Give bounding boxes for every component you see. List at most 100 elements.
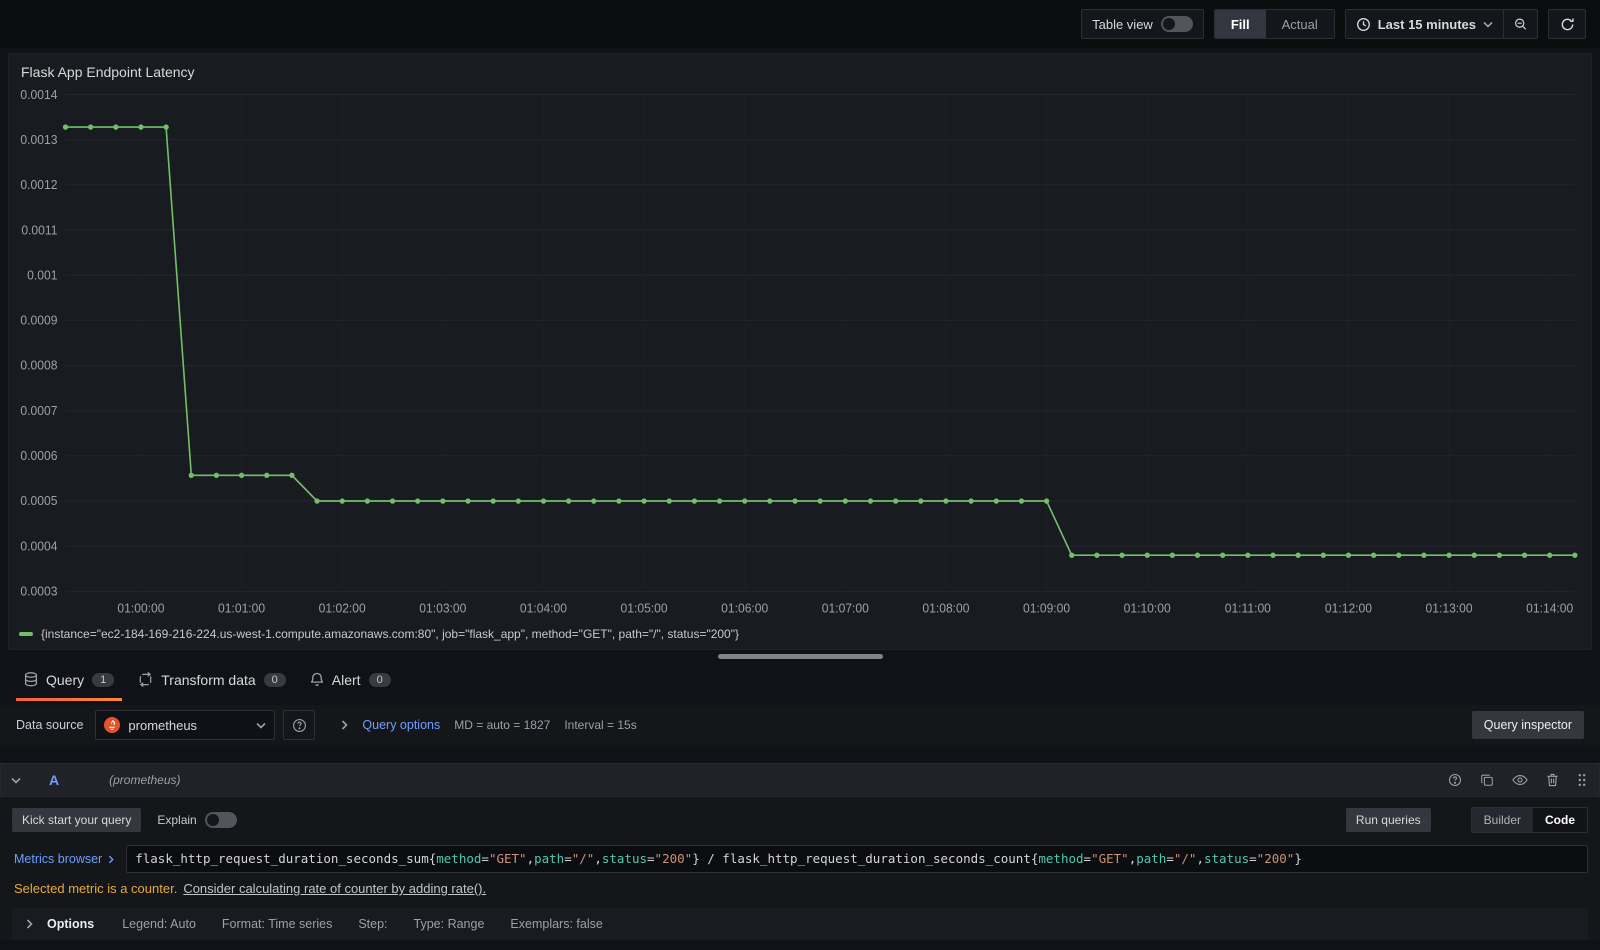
time-range-picker[interactable]: Last 15 minutes	[1345, 10, 1503, 38]
svg-text:0.0004: 0.0004	[20, 539, 57, 553]
tab-transform-data[interactable]: Transform data 0	[130, 669, 294, 701]
query-editor-section: A (prometheus) Kick start your query Exp…	[0, 763, 1600, 940]
tab-alert-label: Alert	[331, 671, 361, 688]
prometheus-icon	[104, 717, 121, 733]
chevron-right-icon	[341, 720, 349, 730]
chevron-right-icon	[26, 919, 33, 929]
drag-handle-icon[interactable]	[1577, 773, 1587, 787]
zoom-out-icon	[1515, 18, 1527, 30]
option-legend: Legend: Auto	[122, 917, 196, 931]
database-icon	[24, 672, 38, 687]
svg-text:01:06:00: 01:06:00	[721, 601, 768, 615]
tab-alert[interactable]: Alert 0	[302, 669, 399, 701]
svg-text:0.0008: 0.0008	[20, 359, 57, 373]
chart-area[interactable]: 0.0014 0.0013 0.0012 0.0011 0.001 0.0009 0.000…	[9, 82, 1591, 627]
query-inspector-button[interactable]: Query inspector	[1471, 711, 1584, 739]
svg-text:01:07:00: 01:07:00	[822, 601, 869, 615]
toggle-knob	[1162, 18, 1175, 30]
datasource-value: prometheus	[128, 717, 198, 733]
help-icon[interactable]	[1448, 773, 1462, 787]
options-label: Options	[47, 917, 95, 931]
tab-transform-label: Transform data	[161, 671, 256, 688]
svg-text:01:09:00: 01:09:00	[1023, 601, 1070, 615]
refresh-button[interactable]	[1548, 9, 1586, 39]
svg-text:0.0007: 0.0007	[20, 404, 57, 418]
explain-toggle[interactable]	[204, 812, 237, 828]
interval-info: Interval = 15s	[564, 718, 637, 732]
query-options-toggle[interactable]: Query options MD = auto = 1827 Interval …	[341, 718, 637, 732]
svg-text:01:13:00: 01:13:00	[1426, 601, 1473, 615]
svg-text:01:12:00: 01:12:00	[1325, 601, 1372, 615]
fill-actual-segmented: Fill Actual	[1213, 9, 1335, 39]
table-view-toggle[interactable]	[1160, 16, 1193, 32]
datasource-picker[interactable]: prometheus	[95, 710, 276, 740]
svg-text:0.0013: 0.0013	[20, 133, 57, 147]
svg-text:0.0003: 0.0003	[20, 584, 57, 598]
counter-warning: Selected metric is a counter. Consider c…	[14, 881, 1588, 896]
remove-query-icon[interactable]	[1546, 773, 1559, 787]
datasource-row: Data source prometheus Query options MD …	[0, 705, 1600, 745]
explain-control: Explain	[157, 812, 237, 828]
tab-query-count: 1	[92, 672, 115, 687]
zoom-out-button[interactable]	[1503, 10, 1537, 38]
svg-text:0.0005: 0.0005	[20, 494, 57, 508]
query-toolbar: Kick start your query Explain Run querie…	[12, 807, 1588, 833]
builder-code-segmented: Builder Code	[1470, 807, 1588, 833]
svg-text:0.0009: 0.0009	[20, 313, 57, 327]
chevron-down-icon	[256, 722, 266, 729]
code-button[interactable]: Code	[1533, 808, 1587, 832]
chevron-down-icon	[1483, 21, 1493, 28]
run-queries-button[interactable]: Run queries	[1345, 808, 1431, 832]
query-body: Kick start your query Explain Run querie…	[0, 797, 1600, 940]
legend[interactable]: {instance="ec2-184-169-216-224.us-west-1…	[9, 627, 1591, 649]
svg-text:0.0006: 0.0006	[20, 449, 57, 463]
option-type: Type: Range	[413, 917, 485, 931]
options-row[interactable]: Options Legend: Auto Format: Time series…	[12, 908, 1588, 940]
max-datapoints-info: MD = auto = 1827	[454, 718, 551, 732]
datasource-help-button[interactable]	[283, 710, 316, 740]
panel-title: Flask App Endpoint Latency	[21, 64, 195, 80]
svg-text:01:05:00: 01:05:00	[621, 601, 668, 615]
tab-alert-count: 0	[368, 672, 391, 687]
query-row-header[interactable]: A (prometheus)	[0, 763, 1600, 797]
warning-text: Selected metric is a counter.	[14, 881, 178, 896]
clock-icon	[1356, 17, 1371, 32]
svg-text:01:01:00: 01:01:00	[218, 601, 265, 615]
time-controls: Last 15 minutes	[1344, 9, 1538, 39]
timeseries-panel: Flask App Endpoint Latency 0.0014 0.0013 0…	[8, 53, 1592, 650]
actual-button[interactable]: Actual	[1265, 10, 1334, 38]
tab-transform-count: 0	[263, 672, 286, 687]
kick-start-query-button[interactable]: Kick start your query	[12, 808, 142, 832]
promql-query-input[interactable]: flask_http_request_duration_seconds_sum{…	[126, 845, 1588, 873]
option-step: Step:	[358, 917, 388, 931]
query-datasource-name: (prometheus)	[109, 773, 181, 787]
svg-text:01:04:00: 01:04:00	[520, 601, 567, 615]
fill-button[interactable]: Fill	[1214, 10, 1266, 38]
metrics-browser-toggle[interactable]: Metrics browser	[12, 845, 116, 873]
duplicate-query-icon[interactable]	[1480, 773, 1494, 787]
tab-query-label: Query	[46, 671, 85, 688]
svg-text:01:14:00: 01:14:00	[1526, 601, 1573, 615]
svg-text:01:03:00: 01:03:00	[419, 601, 466, 615]
time-range-label: Last 15 minutes	[1377, 16, 1476, 32]
query-header-actions	[1448, 773, 1587, 787]
collapse-chevron-icon[interactable]	[11, 777, 21, 784]
toggle-knob	[206, 814, 219, 826]
svg-text:01:10:00: 01:10:00	[1124, 601, 1171, 615]
legend-series-label: {instance="ec2-184-169-216-224.us-west-1…	[41, 627, 739, 641]
builder-button[interactable]: Builder	[1471, 808, 1533, 832]
explain-label: Explain	[157, 813, 197, 827]
table-view-label: Table view	[1092, 16, 1153, 32]
tab-query[interactable]: Query 1	[16, 669, 123, 701]
editor-tabs: Query 1 Transform data 0 Alert 0	[0, 659, 1600, 701]
refresh-icon	[1561, 18, 1574, 30]
legend-series-color	[19, 632, 33, 636]
warning-rate-link[interactable]: Consider calculating rate of counter by …	[183, 881, 486, 896]
hide-query-icon[interactable]	[1512, 773, 1528, 787]
query-ref-id[interactable]: A	[49, 772, 59, 788]
transform-icon	[138, 672, 153, 687]
top-toolbar: Table view Fill Actual Last 15 minutes	[0, 0, 1600, 48]
table-view-control: Table view	[1081, 9, 1204, 39]
datasource-label: Data source	[16, 718, 84, 732]
svg-text:01:08:00: 01:08:00	[922, 601, 969, 615]
